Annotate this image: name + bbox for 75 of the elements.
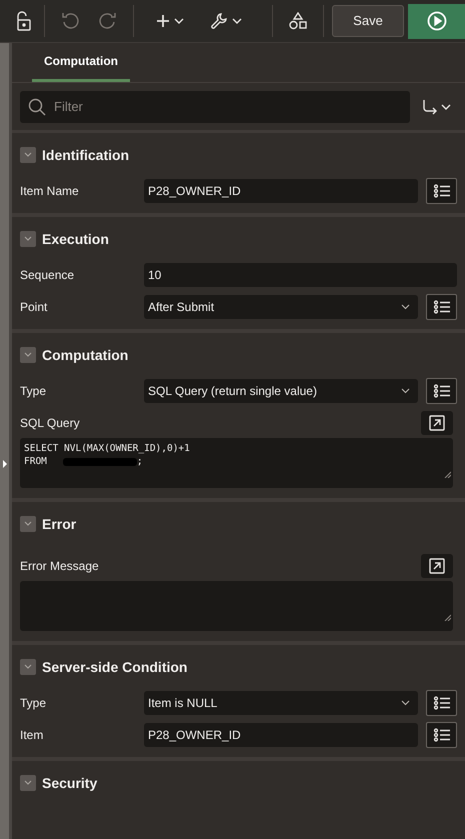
caret-icon bbox=[174, 18, 184, 24]
expand-triangle-icon bbox=[3, 460, 7, 468]
list-button[interactable] bbox=[426, 378, 457, 404]
field-label: Type bbox=[20, 695, 48, 712]
caret-icon bbox=[232, 18, 242, 24]
redo-icon bbox=[99, 12, 117, 30]
collapse-toggle[interactable] bbox=[20, 147, 36, 163]
textarea-field[interactable] bbox=[20, 581, 453, 631]
code-editor[interactable]: SELECT NVL(MAX(OWNER_ID),0)+1 FROM ; bbox=[20, 438, 453, 488]
section-title: Execution bbox=[42, 230, 109, 248]
list-icon bbox=[432, 696, 451, 710]
resize-grip-icon bbox=[444, 614, 451, 621]
add-menu-button[interactable] bbox=[156, 14, 184, 28]
code-line: SELECT NVL(MAX(OWNER_ID),0)+1 bbox=[24, 442, 190, 455]
field-label: Type bbox=[20, 383, 48, 400]
expand-editor-button[interactable] bbox=[421, 411, 453, 435]
section-title: Identification bbox=[42, 146, 130, 164]
list-button[interactable] bbox=[426, 294, 457, 320]
input-field[interactable]: 10 bbox=[144, 263, 457, 287]
chevron-down-icon bbox=[24, 351, 32, 359]
shapes-icon bbox=[289, 12, 307, 30]
field-label: Sequence bbox=[20, 267, 76, 284]
list-icon bbox=[432, 184, 451, 198]
list-button[interactable] bbox=[426, 722, 457, 748]
expand-editor-button[interactable] bbox=[421, 554, 453, 578]
save-button[interactable]: Save bbox=[332, 5, 404, 37]
chevron-down-icon bbox=[24, 663, 32, 671]
section-title: Error bbox=[42, 514, 76, 534]
select-field[interactable]: Item is NULL bbox=[144, 691, 418, 715]
select-field[interactable]: SQL Query (return single value) bbox=[144, 379, 418, 403]
tab[interactable]: Computation bbox=[32, 42, 130, 82]
chevron-down-icon bbox=[24, 520, 32, 528]
play-icon bbox=[426, 11, 446, 31]
field-label: Item Name bbox=[20, 183, 80, 200]
field-label: Error Message bbox=[20, 558, 99, 575]
collapse-toggle[interactable] bbox=[20, 347, 36, 363]
plus-icon bbox=[156, 14, 170, 28]
pop-out-icon bbox=[429, 558, 445, 574]
field-label: SQL Query bbox=[20, 415, 80, 432]
field-label: Point bbox=[20, 299, 48, 316]
chevron-down-icon bbox=[24, 151, 32, 159]
input-field[interactable]: P28_OWNER_ID bbox=[144, 723, 418, 747]
select-field[interactable]: After Submit bbox=[144, 295, 418, 319]
caret-icon bbox=[401, 388, 410, 394]
collapse-toggle[interactable] bbox=[20, 516, 36, 532]
chevron-down-icon bbox=[24, 779, 32, 787]
list-icon bbox=[432, 384, 451, 398]
section-title: Security bbox=[42, 774, 98, 793]
wrench-icon bbox=[210, 12, 228, 30]
collapse-toggle[interactable] bbox=[20, 231, 36, 247]
list-icon bbox=[432, 728, 451, 742]
search-icon bbox=[28, 98, 46, 116]
go-to-menu-button[interactable] bbox=[422, 98, 451, 114]
field-label: Item bbox=[20, 727, 44, 744]
caret-icon bbox=[401, 304, 410, 310]
section-title: Computation bbox=[42, 346, 128, 365]
utilities-menu-button[interactable] bbox=[210, 12, 242, 30]
input-field[interactable]: P28_OWNER_ID bbox=[144, 179, 418, 203]
collapse-toggle[interactable] bbox=[20, 775, 36, 791]
pop-out-icon bbox=[429, 415, 445, 431]
undo-icon bbox=[61, 12, 79, 30]
section-title: Server-side Condition bbox=[42, 658, 188, 676]
run-button[interactable] bbox=[408, 4, 465, 38]
caret-icon bbox=[441, 104, 451, 110]
filter-field[interactable]: Filter bbox=[20, 90, 410, 122]
collapse-toggle[interactable] bbox=[20, 659, 36, 675]
list-button[interactable] bbox=[426, 178, 457, 204]
list-icon bbox=[432, 300, 451, 314]
code-text: ; bbox=[136, 455, 143, 468]
list-button[interactable] bbox=[426, 690, 457, 716]
resize-grip-icon bbox=[444, 471, 451, 478]
code-line: FROM bbox=[24, 455, 47, 468]
hook-arrow-icon bbox=[422, 98, 438, 114]
chevron-down-icon bbox=[24, 235, 32, 243]
caret-icon bbox=[401, 700, 410, 706]
